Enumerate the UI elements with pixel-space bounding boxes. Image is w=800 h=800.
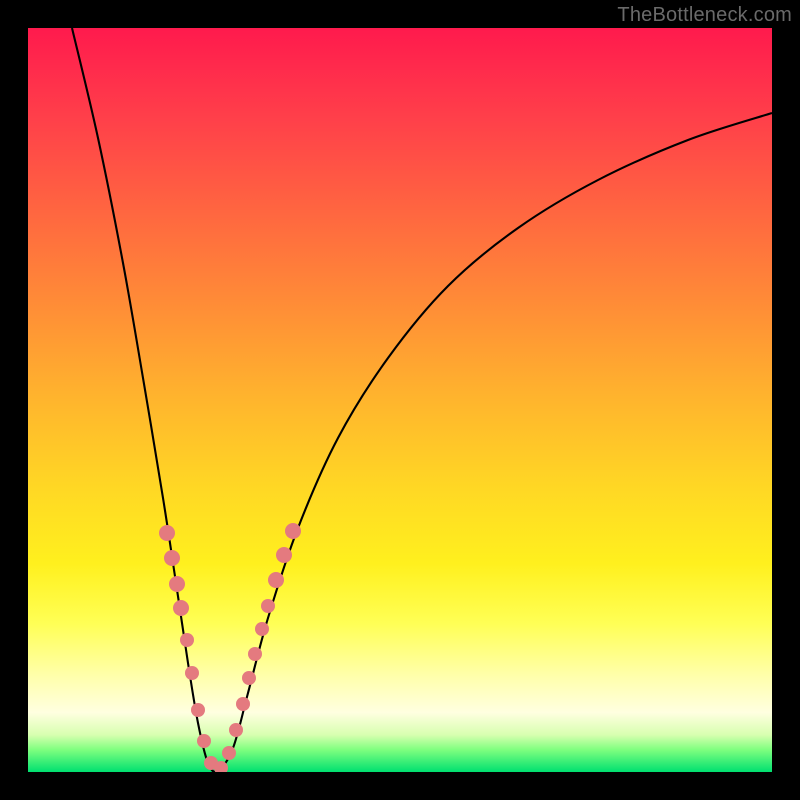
curve-marker [197,734,211,748]
curve-marker [268,572,284,588]
outer-frame: TheBottleneck.com [0,0,800,800]
curve-markers [159,523,301,772]
curve-marker [242,671,256,685]
curve-marker [222,746,236,760]
curve-marker [191,703,205,717]
watermark-text: TheBottleneck.com [617,4,792,27]
curve-marker [180,633,194,647]
curve-marker [248,647,262,661]
curve-marker [285,523,301,539]
curve-marker [173,600,189,616]
curve-marker [261,599,275,613]
curve-marker [185,666,199,680]
curve-marker [159,525,175,541]
bottleneck-curve [72,28,772,772]
curve-marker [164,550,180,566]
curve-marker [169,576,185,592]
curve-marker [229,723,243,737]
bottleneck-chart-svg [28,28,772,772]
plot-area [28,28,772,772]
curve-marker [255,622,269,636]
curve-marker [236,697,250,711]
curve-marker [276,547,292,563]
